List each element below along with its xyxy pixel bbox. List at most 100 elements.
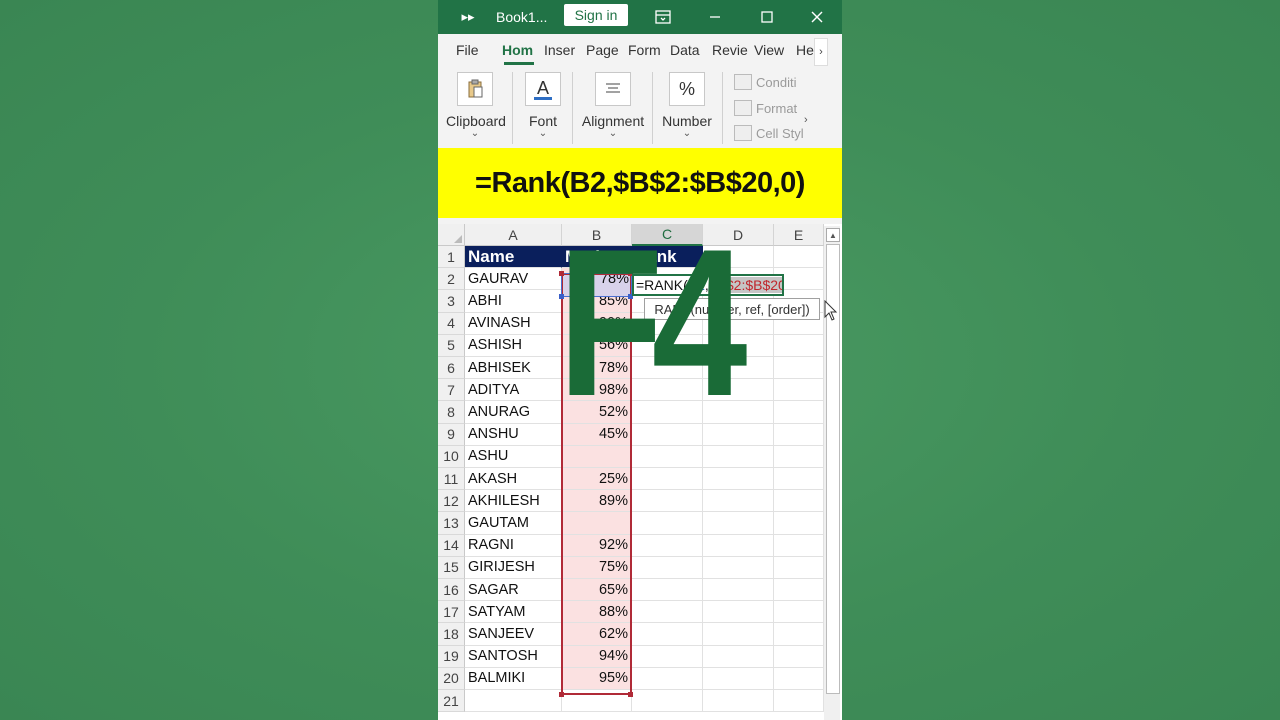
name-cell[interactable]: ASHU [465, 445, 562, 468]
table-cell[interactable] [632, 468, 703, 491]
row-header[interactable]: 13 [438, 512, 465, 535]
table-cell[interactable] [774, 534, 824, 557]
row-header[interactable]: 9 [438, 423, 465, 446]
table-cell[interactable] [703, 623, 774, 646]
table-cell[interactable] [774, 357, 824, 380]
tab-view[interactable]: View [754, 42, 784, 58]
name-cell[interactable]: ABHISEK [465, 357, 562, 380]
table-cell[interactable] [774, 379, 824, 402]
tab-page-layout[interactable]: Page [586, 42, 619, 58]
table-cell[interactable] [774, 401, 824, 424]
marks-cell[interactable] [562, 445, 632, 468]
table-cell[interactable] [774, 334, 824, 357]
table-cell[interactable] [774, 623, 824, 646]
name-cell[interactable]: AVINASH [465, 312, 562, 335]
name-cell[interactable]: RAGNI [465, 534, 562, 557]
name-cell[interactable]: ANURAG [465, 401, 562, 424]
row-header[interactable]: 6 [438, 357, 465, 380]
scroll-up-icon[interactable]: ▲ [826, 228, 840, 242]
tab-home[interactable]: Hom [502, 42, 533, 58]
table-cell[interactable] [562, 690, 632, 713]
row-header[interactable]: 14 [438, 534, 465, 557]
name-cell[interactable]: SANTOSH [465, 645, 562, 668]
header-cell-name[interactable]: Name [465, 246, 562, 269]
alignment-group[interactable]: Alignment ⌄ [580, 72, 646, 139]
row-header[interactable]: 11 [438, 468, 465, 491]
table-cell[interactable] [632, 601, 703, 624]
table-cell[interactable] [703, 579, 774, 602]
table-cell[interactable] [703, 445, 774, 468]
tab-review[interactable]: Revie [712, 42, 748, 58]
row-header[interactable]: 7 [438, 379, 465, 402]
range-resize-handle[interactable] [628, 692, 633, 697]
minimize-icon[interactable] [704, 0, 726, 34]
row-header[interactable]: 4 [438, 312, 465, 335]
name-cell[interactable]: ANSHU [465, 423, 562, 446]
table-cell[interactable] [774, 667, 824, 690]
close-icon[interactable] [806, 0, 828, 34]
ribbon-display-icon[interactable] [652, 0, 674, 34]
table-cell[interactable] [632, 623, 703, 646]
table-cell[interactable] [774, 512, 824, 535]
tab-data[interactable]: Data [670, 42, 700, 58]
cell-styles-button[interactable]: Cell Styl [734, 125, 804, 141]
row-header[interactable]: 12 [438, 490, 465, 513]
name-cell[interactable]: GAURAV [465, 268, 562, 291]
marks-cell[interactable]: 92% [562, 534, 632, 557]
name-cell[interactable]: SANJEEV [465, 623, 562, 646]
table-cell[interactable] [632, 579, 703, 602]
clipboard-group[interactable]: Clipboard ⌄ [446, 72, 506, 139]
table-cell[interactable] [774, 690, 824, 713]
row-header[interactable]: 20 [438, 667, 465, 690]
table-cell[interactable] [774, 445, 824, 468]
maximize-icon[interactable] [756, 0, 778, 34]
quick-access-icon[interactable]: ▸▸ [458, 0, 478, 34]
table-cell[interactable] [703, 556, 774, 579]
table-cell[interactable] [774, 579, 824, 602]
table-cell[interactable] [632, 667, 703, 690]
name-cell[interactable]: GAUTAM [465, 512, 562, 535]
name-cell[interactable]: ABHI [465, 290, 562, 313]
table-cell[interactable] [703, 601, 774, 624]
sign-in-button[interactable]: Sign in [564, 4, 628, 26]
table-cell[interactable] [774, 645, 824, 668]
name-cell[interactable]: AKHILESH [465, 490, 562, 513]
table-cell[interactable] [774, 556, 824, 579]
select-all-corner[interactable] [438, 224, 465, 246]
table-cell[interactable] [774, 246, 824, 269]
tab-formulas[interactable]: Form [628, 42, 661, 58]
table-cell[interactable] [703, 667, 774, 690]
name-cell[interactable]: GIRIJESH [465, 556, 562, 579]
marks-cell[interactable]: 75% [562, 556, 632, 579]
name-cell[interactable]: BALMIKI [465, 667, 562, 690]
ribbon-scroll-right-icon[interactable]: › [804, 114, 808, 126]
table-cell[interactable] [774, 601, 824, 624]
name-cell[interactable]: SAGAR [465, 579, 562, 602]
row-header[interactable]: 5 [438, 334, 465, 357]
row-header[interactable]: 10 [438, 445, 465, 468]
table-cell[interactable] [632, 556, 703, 579]
marks-cell[interactable]: 95% [562, 667, 632, 690]
marks-cell[interactable]: 25% [562, 468, 632, 491]
table-cell[interactable] [632, 690, 703, 713]
table-cell[interactable] [632, 490, 703, 513]
row-header[interactable]: 1 [438, 246, 465, 269]
table-cell[interactable] [632, 534, 703, 557]
table-cell[interactable] [465, 690, 562, 713]
table-cell[interactable] [703, 490, 774, 513]
table-cell[interactable] [703, 690, 774, 713]
marks-cell[interactable]: 88% [562, 601, 632, 624]
marks-cell[interactable]: 89% [562, 490, 632, 513]
name-cell[interactable]: SATYAM [465, 601, 562, 624]
number-group[interactable]: % Number ⌄ [660, 72, 714, 139]
marks-cell[interactable] [562, 512, 632, 535]
table-cell[interactable] [703, 512, 774, 535]
row-header[interactable]: 21 [438, 690, 465, 713]
name-cell[interactable]: AKASH [465, 468, 562, 491]
table-cell[interactable] [774, 423, 824, 446]
table-cell[interactable] [703, 468, 774, 491]
row-header[interactable]: 18 [438, 623, 465, 646]
table-cell[interactable] [632, 645, 703, 668]
conditional-formatting-button[interactable]: Conditi [734, 74, 796, 90]
column-header-e[interactable]: E [774, 224, 824, 246]
